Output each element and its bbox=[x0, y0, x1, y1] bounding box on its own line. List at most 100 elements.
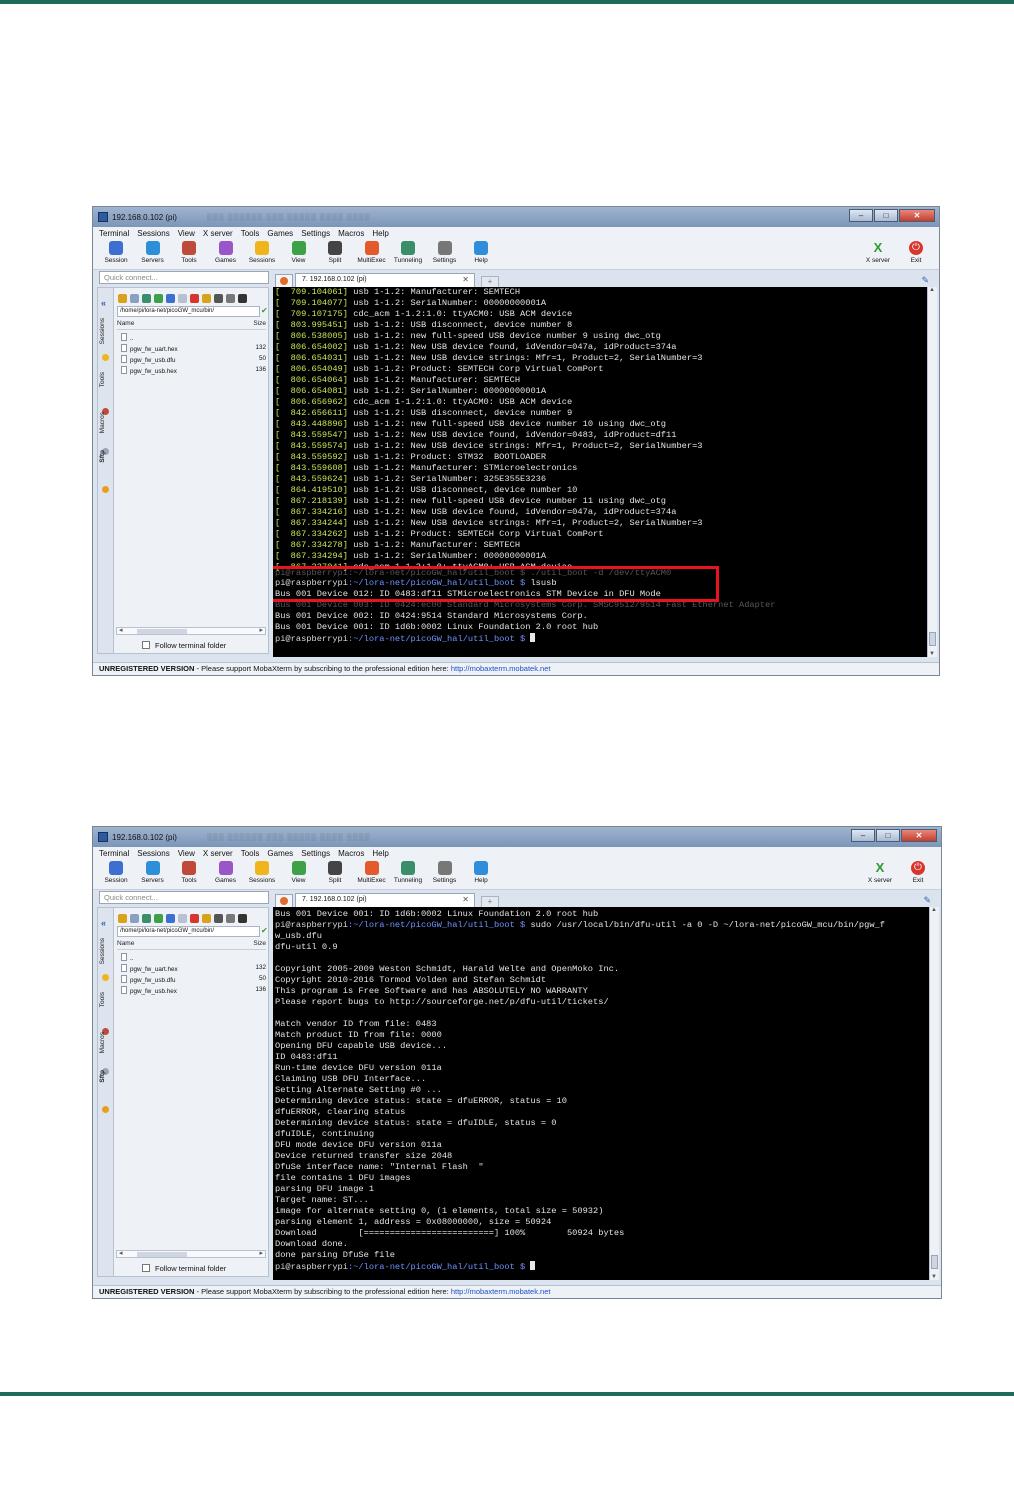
toolbar-view-button[interactable]: View bbox=[282, 241, 316, 264]
side-tab-tools[interactable]: Tools bbox=[99, 372, 113, 387]
terminal-icon[interactable] bbox=[214, 913, 223, 923]
toolbar-tunneling-button[interactable]: Tunneling bbox=[391, 861, 425, 884]
exit-button[interactable]: ⏻ Exit bbox=[901, 861, 935, 884]
maximize-button[interactable]: □ bbox=[876, 829, 900, 842]
permissions-icon[interactable] bbox=[238, 293, 247, 303]
scroll-right-icon[interactable]: ▸ bbox=[259, 1249, 263, 1257]
side-tab-sftp[interactable]: Sftp bbox=[99, 1070, 113, 1083]
column-size[interactable]: Size bbox=[253, 320, 266, 327]
toolbar-split-button[interactable]: Split bbox=[318, 241, 352, 264]
side-tab-macros[interactable]: Macros bbox=[99, 412, 113, 433]
menu-games[interactable]: Games bbox=[267, 229, 293, 238]
terminal-icon[interactable] bbox=[214, 293, 223, 303]
collapse-sidebar-icon[interactable]: « bbox=[101, 918, 106, 928]
open-icon[interactable] bbox=[166, 293, 175, 303]
file-row[interactable]: pgw_fw_usb.dfu 50 bbox=[121, 355, 266, 365]
minimize-button[interactable]: – bbox=[851, 829, 875, 842]
pin-icon[interactable]: ✎ bbox=[923, 895, 931, 906]
scroll-left-icon[interactable]: ◂ bbox=[119, 1249, 123, 1257]
terminal-scrollbar[interactable]: ▲ ▼ bbox=[929, 907, 939, 1280]
column-size[interactable]: Size bbox=[253, 940, 266, 947]
delete-icon[interactable] bbox=[190, 913, 199, 923]
toolbar-sessions-button[interactable]: Sessions bbox=[245, 241, 279, 264]
terminal-area[interactable]: Bus 001 Device 001: ID 1d6b:0002 Linux F… bbox=[273, 907, 929, 1280]
menu-help[interactable]: Help bbox=[372, 849, 388, 858]
session-tab[interactable]: 7. 192.168.0.102 (pi) ✕ bbox=[295, 273, 475, 287]
menu-terminal[interactable]: Terminal bbox=[99, 849, 129, 858]
scroll-down-icon[interactable]: ▼ bbox=[929, 651, 935, 657]
scroll-thumb[interactable] bbox=[929, 632, 936, 646]
permissions-icon[interactable] bbox=[238, 913, 247, 923]
hscroll-thumb[interactable] bbox=[137, 629, 187, 634]
file-list-hscroll[interactable]: ◂ ▸ bbox=[116, 627, 266, 635]
side-tab-macros[interactable]: Macros bbox=[99, 1032, 113, 1053]
toolbar-games-button[interactable]: Games bbox=[209, 861, 243, 884]
refresh-icon[interactable] bbox=[154, 913, 163, 923]
toolbar-servers-button[interactable]: Servers bbox=[136, 861, 170, 884]
scroll-left-icon[interactable]: ◂ bbox=[119, 626, 123, 634]
scroll-up-icon[interactable]: ▲ bbox=[931, 907, 937, 913]
upload-icon[interactable] bbox=[142, 293, 151, 303]
toolbar-tools-button[interactable]: Tools bbox=[172, 861, 206, 884]
toolbar-games-button[interactable]: Games bbox=[209, 241, 243, 264]
toolbar-tunneling-button[interactable]: Tunneling bbox=[391, 241, 425, 264]
toolbar-view-button[interactable]: View bbox=[282, 861, 316, 884]
file-row[interactable]: .. bbox=[121, 333, 266, 343]
toolbar-settings-button[interactable]: Settings bbox=[428, 241, 462, 264]
menu-macros[interactable]: Macros bbox=[338, 849, 364, 858]
text-icon[interactable] bbox=[226, 293, 235, 303]
scroll-down-icon[interactable]: ▼ bbox=[931, 1274, 937, 1280]
new-tab-button[interactable]: + bbox=[481, 896, 499, 907]
file-row[interactable]: pgw_fw_usb.hex 136 bbox=[121, 986, 266, 996]
hscroll-thumb[interactable] bbox=[137, 1252, 187, 1257]
close-window-button[interactable]: ✕ bbox=[899, 209, 935, 222]
menu-sessions[interactable]: Sessions bbox=[137, 849, 169, 858]
new-file-icon[interactable] bbox=[178, 293, 187, 303]
toolbar-settings-button[interactable]: Settings bbox=[428, 861, 462, 884]
folder-up-icon[interactable] bbox=[118, 293, 127, 303]
path-ok-icon[interactable]: ✔ bbox=[261, 926, 268, 935]
scroll-thumb[interactable] bbox=[931, 1255, 938, 1269]
toolbar-multiexec-button[interactable]: MultiExec bbox=[355, 861, 389, 884]
menu-tools[interactable]: Tools bbox=[241, 849, 260, 858]
session-tab[interactable]: 7. 192.168.0.102 (pi) ✕ bbox=[295, 893, 475, 907]
toolbar-session-button[interactable]: Session bbox=[99, 241, 133, 264]
home-tab[interactable] bbox=[275, 274, 293, 287]
toolbar-tools-button[interactable]: Tools bbox=[172, 241, 206, 264]
follow-terminal-folder-checkbox[interactable]: Follow terminal folder bbox=[142, 641, 226, 650]
scroll-up-icon[interactable]: ▲ bbox=[929, 287, 935, 293]
toolbar-help-button[interactable]: Help bbox=[464, 861, 498, 884]
menu-view[interactable]: View bbox=[178, 229, 195, 238]
menu-terminal[interactable]: Terminal bbox=[99, 229, 129, 238]
open-icon[interactable] bbox=[166, 913, 175, 923]
quick-connect-input[interactable]: Quick connect... bbox=[99, 271, 269, 284]
file-row[interactable]: pgw_fw_usb.hex 136 bbox=[121, 366, 266, 376]
toolbar-sessions-button[interactable]: Sessions bbox=[245, 861, 279, 884]
side-tab-sessions[interactable]: Sessions bbox=[99, 318, 113, 344]
xserver-button[interactable]: X X server bbox=[863, 861, 897, 885]
folder-up-icon[interactable] bbox=[118, 913, 127, 923]
file-row[interactable]: .. bbox=[121, 953, 266, 963]
menu-games[interactable]: Games bbox=[267, 849, 293, 858]
collapse-sidebar-icon[interactable]: « bbox=[101, 298, 106, 308]
delete-icon[interactable] bbox=[190, 293, 199, 303]
terminal-area[interactable]: [ 709.104061] usb 1-1.2: Manufacturer: S… bbox=[273, 287, 927, 657]
menu-view[interactable]: View bbox=[178, 849, 195, 858]
side-tab-tools[interactable]: Tools bbox=[99, 992, 113, 1007]
scroll-right-icon[interactable]: ▸ bbox=[259, 626, 263, 634]
close-window-button[interactable]: ✕ bbox=[901, 829, 937, 842]
menu-x-server[interactable]: X server bbox=[203, 229, 233, 238]
menu-tools[interactable]: Tools bbox=[241, 229, 260, 238]
toolbar-help-button[interactable]: Help bbox=[464, 241, 498, 264]
toolbar-servers-button[interactable]: Servers bbox=[136, 241, 170, 264]
menu-sessions[interactable]: Sessions bbox=[137, 229, 169, 238]
close-tab-icon[interactable]: ✕ bbox=[462, 274, 469, 286]
side-tab-sftp[interactable]: Sftp bbox=[99, 450, 113, 463]
menu-x-server[interactable]: X server bbox=[203, 849, 233, 858]
menu-settings[interactable]: Settings bbox=[301, 849, 330, 858]
column-name[interactable]: Name bbox=[117, 320, 134, 327]
sftp-path-input[interactable]: /home/pi/lora-net/picoGW_mcu/bin/ bbox=[117, 926, 260, 937]
sftp-path-input[interactable]: /home/pi/lora-net/picoGW_mcu/bin/ bbox=[117, 306, 260, 317]
mobaxterm-link[interactable]: http://mobaxterm.mobatek.net bbox=[451, 664, 551, 673]
close-tab-icon[interactable]: ✕ bbox=[462, 894, 469, 906]
